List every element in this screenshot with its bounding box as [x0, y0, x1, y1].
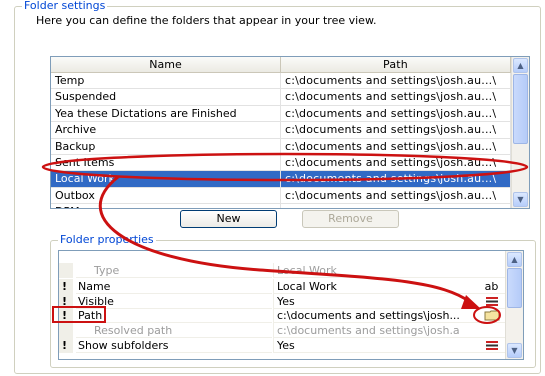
list-item[interactable]: Temp c:\documents and settings\josh.au...…	[51, 73, 511, 90]
folder-list-header: Name Path	[51, 57, 511, 73]
property-value[interactable]: Local Work	[273, 279, 478, 294]
required-marker: !	[62, 280, 68, 293]
grid-scroll-thumb[interactable]	[507, 268, 522, 308]
list-icon[interactable]	[478, 294, 505, 309]
scroll-thumb[interactable]	[513, 74, 528, 144]
list-item-name: DPM	[51, 204, 281, 208]
chevron-down-icon: ▼	[511, 346, 518, 355]
list-item[interactable]: DPM	[51, 204, 511, 208]
list-item-path: c:\documents and settings\josh.au...\	[281, 138, 511, 154]
property-extra-empty	[478, 323, 505, 338]
list-item-name: Outbox	[51, 187, 281, 204]
list-icon[interactable]	[478, 338, 505, 353]
property-name: Resolved path	[76, 323, 272, 338]
property-row[interactable]: ! Visible Yes	[59, 294, 505, 309]
list-item[interactable]: Suspended c:\documents and settings\josh.…	[51, 89, 511, 106]
list-item-name: Suspended	[51, 89, 281, 105]
list-item-name: Archive	[51, 122, 281, 138]
property-row[interactable]: Type Local Work	[59, 263, 505, 278]
list-item-name: Local Work	[51, 171, 281, 187]
folder-settings-description: Here you can define the folders that app…	[36, 14, 377, 27]
property-value: Local Work	[273, 263, 478, 278]
property-value[interactable]: Yes	[273, 338, 478, 353]
list-item-path: c:\documents and settings\josh.au...\	[281, 187, 511, 204]
property-row[interactable]: Resolved path c:\documents and settings\j…	[59, 323, 505, 338]
list-item-name: Yea these Dictations are Finished	[51, 105, 281, 122]
scroll-up-button[interactable]: ▲	[513, 58, 528, 73]
property-row[interactable]: ! Show subfolders Yes	[59, 338, 505, 353]
column-header-path[interactable]: Path	[281, 57, 511, 72]
list-item-name: Temp	[51, 73, 281, 89]
required-marker: !	[62, 339, 68, 352]
property-value[interactable]: c:\documents and settings\josh...	[273, 308, 478, 323]
folder-list-scrollbar[interactable]: ▲ ▼	[511, 57, 529, 208]
path-highlight-box	[52, 306, 106, 323]
column-header-name[interactable]: Name	[51, 57, 281, 72]
property-row[interactable]: ! Name Local Work ab	[59, 279, 505, 294]
property-value: c:\documents and settings\josh.a	[273, 323, 478, 338]
property-extra-empty	[478, 263, 505, 278]
folder-settings-title: Folder settings	[22, 0, 108, 12]
remove-button[interactable]: Remove	[302, 210, 399, 228]
list-item-path: c:\documents and settings\josh.au...\	[281, 171, 511, 187]
list-item-path	[281, 204, 511, 208]
list-item-path: c:\documents and settings\josh.au...\	[281, 73, 511, 89]
list-item[interactable]: Outbox c:\documents and settings\josh.au.…	[51, 187, 511, 205]
property-grid-scrollbar[interactable]: ▲ ▼	[505, 251, 523, 359]
chevron-up-icon: ▲	[511, 255, 518, 264]
property-row-gutter	[59, 323, 73, 338]
list-item[interactable]: Local Work c:\documents and settings\josh…	[51, 171, 511, 188]
list-item-path: c:\documents and settings\josh.au...\	[281, 154, 511, 171]
folder-list[interactable]: Name Path Temp c:\documents and settings\…	[50, 56, 530, 209]
list-item[interactable]: Backup c:\documents and settings\josh.au.…	[51, 138, 511, 155]
grid-scroll-down-button[interactable]: ▼	[507, 343, 522, 358]
property-grid[interactable]: Type Local Work! Name Local Work ab! Visible Y…	[58, 250, 524, 360]
list-item-path: c:\documents and settings\josh.au...\	[281, 89, 511, 105]
scroll-down-button[interactable]: ▼	[513, 192, 528, 207]
new-button[interactable]: New	[180, 210, 277, 228]
list-item[interactable]: Archive c:\documents and settings\josh.au…	[51, 122, 511, 139]
property-row-gutter: !	[59, 338, 73, 353]
property-name: Name	[76, 279, 272, 294]
property-value[interactable]: Yes	[273, 294, 478, 309]
list-item-name: Backup	[51, 138, 281, 154]
list-item[interactable]: Sent Items c:\documents and settings\josh…	[51, 154, 511, 172]
property-row[interactable]: ! Path c:\documents and settings\josh...	[59, 308, 505, 323]
chevron-down-icon: ▼	[517, 195, 524, 204]
folder-browse-icon[interactable]	[478, 308, 505, 323]
property-row-gutter: !	[59, 279, 73, 294]
folder-list-body: Name Path Temp c:\documents and settings\…	[51, 57, 511, 208]
property-name: Type	[76, 263, 272, 278]
property-row-gutter	[59, 263, 73, 278]
list-item[interactable]: Yea these Dictations are Finished c:\docu…	[51, 105, 511, 123]
chevron-up-icon: ▲	[517, 61, 524, 70]
list-item-path: c:\documents and settings\josh.au...\	[281, 105, 511, 122]
grid-scroll-up-button[interactable]: ▲	[507, 252, 522, 267]
list-item-path: c:\documents and settings\josh.au...\	[281, 122, 511, 138]
folder-properties-title: Folder properties	[58, 233, 156, 246]
text-edit-icon[interactable]: ab	[478, 279, 505, 294]
list-item-name: Sent Items	[51, 154, 281, 171]
property-name: Show subfolders	[76, 338, 272, 353]
